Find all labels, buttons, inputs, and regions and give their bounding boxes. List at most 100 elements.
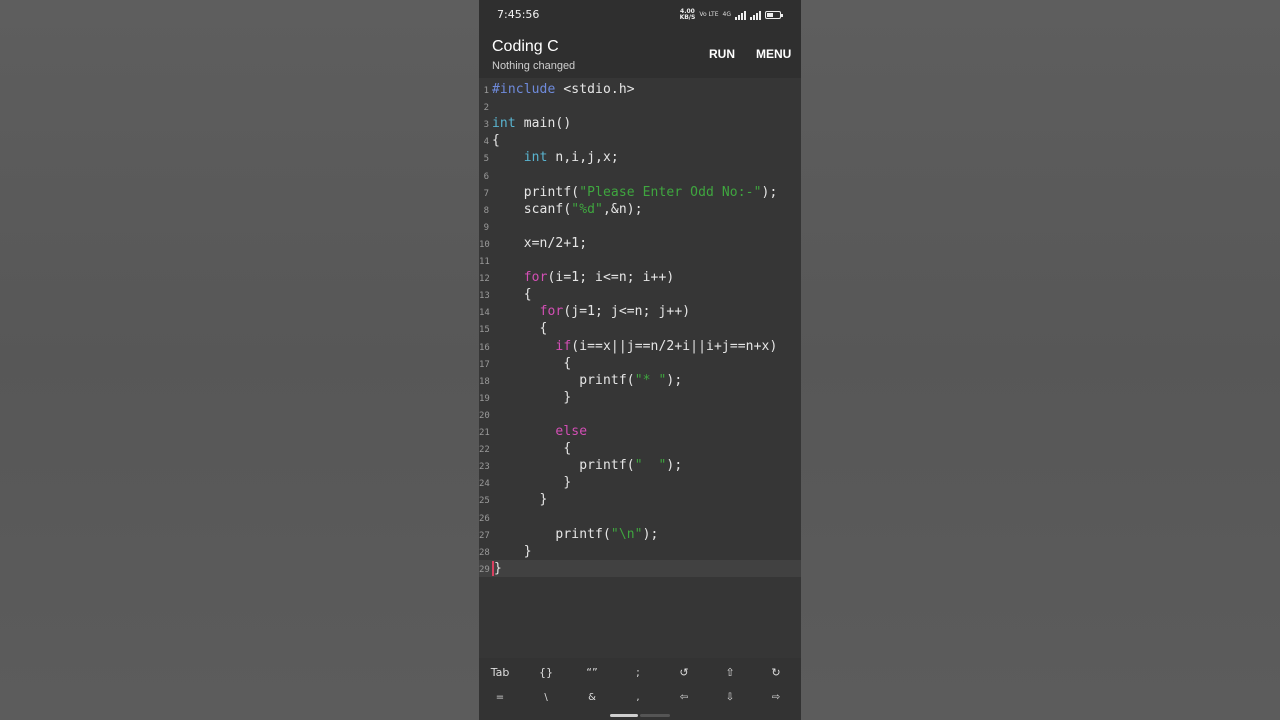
code-token: } [494,560,502,576]
line-number: 6 [483,171,489,182]
code-token: " " [634,458,667,474]
code-line[interactable]: 15 { [479,320,801,337]
code-line[interactable]: 21 else [479,423,801,440]
line-number: 9 [483,222,489,233]
code-line[interactable]: 3 int main() [479,115,801,132]
extra-key[interactable]: {} [524,666,568,679]
line-number: 16 [479,342,490,353]
code-line[interactable]: 26 [479,509,801,526]
menu-button[interactable]: MENU [756,47,791,61]
extra-key[interactable]: ↻ [754,666,798,679]
line-number: 25 [479,496,490,507]
extra-key[interactable]: ⇩ [708,692,752,703]
code-token: } [492,543,532,559]
code-line[interactable]: 27 printf("\n"); [479,526,801,543]
extra-key[interactable]: ⇨ [754,692,798,703]
extra-key[interactable]: ↺ [662,666,706,679]
code-text: { [492,287,532,302]
line-number: 24 [479,479,490,490]
code-line[interactable]: 4{ [479,132,801,149]
code-token: int [523,150,548,166]
network-speed: 4.00 KB/S [679,8,696,21]
code-text: int main() [492,116,571,131]
run-button[interactable]: RUN [709,47,735,61]
code-line[interactable]: 8 scanf("%d",&n); [479,201,801,218]
extra-key[interactable]: \ [524,692,568,703]
code-line[interactable]: 13 { [479,286,801,303]
code-line[interactable]: 12 for(i=1; i<=n; i++) [479,269,801,286]
code-line[interactable]: 16 if(i==x||j==n/2+i||i+j==n+x) [479,338,801,355]
code-line[interactable]: 29} [479,559,801,577]
code-token: ); [642,526,659,542]
line-number: 7 [483,188,489,199]
line-number: 26 [479,513,490,524]
code-line[interactable]: 18 printf("* "); [479,372,801,389]
code-line[interactable]: 9 [479,218,801,235]
code-line[interactable]: 10 x=n/2+1; [479,235,801,252]
code-line[interactable]: 14 for(j=1; j<=n; j++) [479,303,801,320]
extra-key[interactable]: ; [616,666,660,679]
code-token: for [523,270,548,286]
status-bar: 7:45:56 4.00 KB/S Vo LTE 4G [479,0,801,30]
code-line[interactable]: 20 [479,406,801,423]
code-line[interactable]: 2 [479,98,801,115]
extra-key[interactable]: ⇦ [662,692,706,703]
app-title: Coding C [492,38,559,55]
extra-keys-bar: Tab{} “”; ↺ ⇧ ↻ = \ &, ⇦ ⇩ ⇨ [479,658,801,720]
extra-key[interactable]: ⇧ [708,666,752,679]
code-line[interactable]: 25 } [479,491,801,508]
code-token: ); [666,372,683,388]
code-token: ,&n); [603,201,643,217]
gesture-bar-secondary [640,714,670,717]
signal-icon [735,10,746,20]
app-subtitle: Nothing changed [492,60,576,72]
code-text: { [492,356,571,371]
code-line[interactable]: 6 [479,167,801,184]
status-time: 7:45:56 [497,8,540,21]
code-line[interactable]: 24 } [479,474,801,491]
code-token: n,i,j,x; [547,150,619,166]
code-text: printf("Please Enter Odd No:-"); [492,184,778,200]
code-text: int n,i,j,x; [492,150,619,165]
code-text: printf("\n"); [492,527,658,542]
code-line[interactable]: 17 { [479,355,801,372]
phone-screen: 7:45:56 4.00 KB/S Vo LTE 4G Coding C Not… [479,0,801,720]
line-number: 19 [479,393,490,404]
code-token: (i==x||j==n/2+i||i+j==n+x) [571,338,778,354]
extra-key[interactable]: Tab [479,666,522,679]
code-text: printf("* "); [492,373,682,388]
code-text: for(j=1; j<=n; j++) [492,304,691,319]
code-line[interactable]: 23 printf(" "); [479,457,801,474]
code-token: ); [666,458,683,474]
code-text: x=n/2+1; [492,236,587,251]
extra-key[interactable]: , [616,692,660,703]
extra-key[interactable]: = [479,692,522,703]
code-editor[interactable]: 1 #include <stdio.h> 2 3 int main() 4{5 int n… [479,80,801,658]
code-line[interactable]: 19 } [479,389,801,406]
code-line[interactable]: 1 #include <stdio.h> [479,81,801,98]
code-token: } [492,492,548,508]
code-text: if(i==x||j==n/2+i||i+j==n+x) [492,339,777,354]
code-token: <stdio.h> [555,82,635,97]
code-token: printf( [492,184,580,200]
line-number: 10 [479,239,490,250]
code-token: { [492,441,572,457]
code-token: else [555,424,588,439]
app-bar: Coding C Nothing changed RUN MENU [479,30,801,78]
code-token: printf( [492,458,635,474]
code-line[interactable]: 7 printf("Please Enter Odd No:-"); [479,184,801,201]
code-line[interactable]: 28 } [479,543,801,560]
extra-key[interactable]: & [570,692,614,703]
code-line[interactable]: 22 { [479,440,801,457]
code-token: int [492,116,516,132]
extra-key[interactable]: “” [570,666,614,679]
status-icons: 4.00 KB/S Vo LTE 4G [679,8,783,22]
code-token: "%d" [571,201,603,217]
code-line[interactable]: 11 [479,252,801,269]
code-line[interactable]: 5 int n,i,j,x; [479,149,801,166]
line-number: 8 [483,205,489,216]
line-number: 11 [479,257,490,267]
